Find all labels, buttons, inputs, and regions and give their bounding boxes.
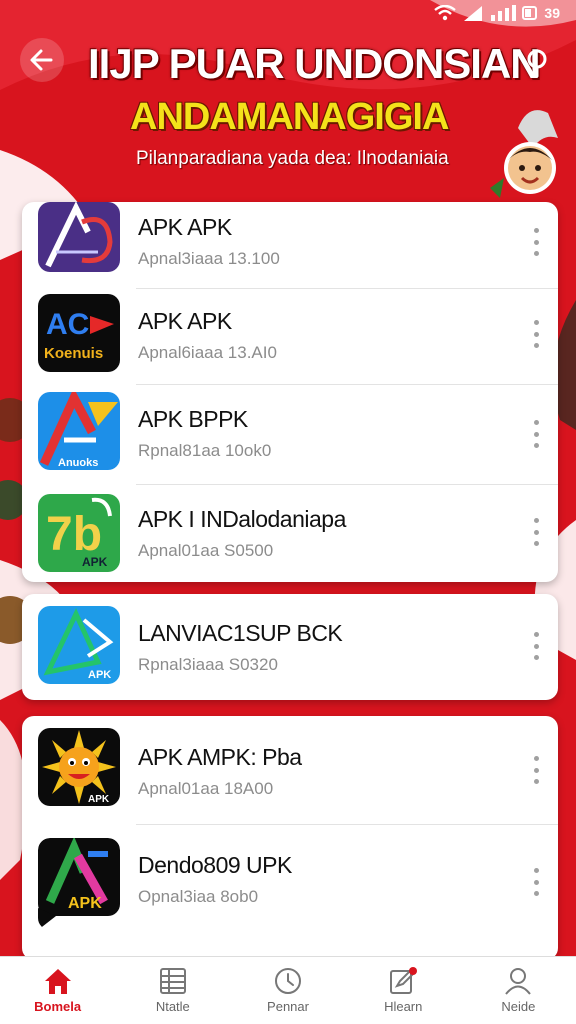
a-triangle-blue-icon: Anuoks bbox=[38, 392, 120, 470]
svg-text:Koenuis: Koenuis bbox=[44, 345, 103, 362]
page-subtitle: Pilanparadiana yada dea: Ilnodaniaia bbox=[136, 148, 449, 169]
app-list-item[interactable]: APK Dendo809 UPK Opnal3iaa 8ob0 bbox=[22, 824, 558, 942]
svg-text:AC: AC bbox=[46, 308, 89, 341]
app-name: Dendo809 UPK bbox=[138, 852, 292, 878]
app-version: Apnal3iaaa 13.100 bbox=[138, 249, 280, 268]
app-list-card: APK LANVIAC1SUP BCK Rpnal3iaaa S0320 bbox=[22, 594, 558, 700]
more-options-button[interactable] bbox=[528, 628, 544, 664]
search-button[interactable] bbox=[518, 42, 558, 82]
app-version: Apnal01aa S0500 bbox=[138, 541, 274, 560]
header: IIJP PUAR UNDONSIAN ANDAMANAGIGIA Pilanp… bbox=[0, 32, 576, 202]
profile-icon bbox=[505, 968, 532, 995]
nav-item-home[interactable]: Bomela bbox=[0, 957, 115, 1024]
more-options-button[interactable] bbox=[528, 514, 544, 550]
app-name: APK APK bbox=[138, 308, 232, 334]
app-list-item[interactable]: APK APK AMPK: Pba Apnal01aa 18A00 bbox=[22, 716, 558, 824]
app-list-item[interactable]: APK LANVIAC1SUP BCK Rpnal3iaaa S0320 bbox=[22, 594, 558, 700]
app-version: Apnal6iaaa 13.AI0 bbox=[138, 343, 277, 362]
nav-label: Bomela bbox=[34, 999, 82, 1014]
svg-text:APK: APK bbox=[88, 669, 111, 681]
a-rainbow-icon: APK bbox=[38, 838, 120, 930]
sun-face-icon: APK bbox=[38, 728, 120, 806]
more-options-button[interactable] bbox=[528, 224, 544, 260]
ac-logo-purple-icon bbox=[38, 202, 120, 272]
svg-text:APK: APK bbox=[82, 555, 108, 569]
signal-bars-icon bbox=[491, 5, 517, 21]
a-play-blue-icon: APK bbox=[38, 606, 120, 684]
more-options-button[interactable] bbox=[528, 316, 544, 352]
ac-koenuis-icon: AC Koenuis bbox=[38, 294, 120, 372]
home-icon bbox=[44, 969, 71, 994]
list-icon bbox=[159, 968, 186, 994]
app-name: LANVIAC1SUP BCK bbox=[138, 620, 343, 646]
nav-label: Pennar bbox=[267, 999, 309, 1014]
nav-label: Ntatle bbox=[155, 999, 190, 1014]
nav-item-list[interactable]: Ntatle bbox=[115, 957, 230, 1024]
edit-icon bbox=[390, 967, 418, 994]
bottom-navigation: Bomela Ntatle Pennar Hlearn Neide bbox=[0, 956, 576, 1024]
nav-label: Hlearn bbox=[384, 999, 423, 1014]
mascot-character-icon bbox=[490, 110, 558, 198]
app-name: APK I INDalodaniapa bbox=[138, 506, 346, 532]
more-options-button[interactable] bbox=[528, 416, 544, 452]
app-list-item[interactable]: Anuoks APK BPPK Rpnal81aa 10ok0 bbox=[22, 384, 558, 484]
app-version: Rpnal81aa 10ok0 bbox=[138, 441, 272, 460]
app-version: Opnal3iaa 8ob0 bbox=[138, 887, 259, 906]
7b-green-icon: 7b APK bbox=[38, 494, 120, 572]
app-list-item[interactable]: AC Koenuis APK APK Apnal6iaaa 13.AI0 bbox=[22, 288, 558, 384]
nav-item-edit[interactable]: Hlearn bbox=[346, 957, 461, 1024]
app-list-item[interactable]: APK APK Apnal3iaaa 13.100 bbox=[22, 202, 558, 288]
svg-text:APK: APK bbox=[88, 794, 110, 805]
svg-text:APK: APK bbox=[68, 895, 102, 912]
more-options-button[interactable] bbox=[528, 864, 544, 900]
app-name: APK AMPK: Pba bbox=[138, 744, 302, 770]
svg-text:7b: 7b bbox=[46, 508, 102, 561]
wifi-icon bbox=[434, 5, 457, 21]
app-name: APK APK bbox=[138, 214, 232, 240]
battery-level: 39 bbox=[544, 5, 560, 21]
mobile-signal-icon bbox=[464, 6, 483, 21]
page-title: IIJP PUAR UNDONSIAN bbox=[88, 40, 541, 87]
arrow-left-icon bbox=[30, 49, 53, 71]
clock-icon bbox=[275, 968, 301, 994]
battery-icon bbox=[522, 6, 538, 20]
app-name: APK BPPK bbox=[138, 406, 248, 432]
nav-item-profile[interactable]: Neide bbox=[461, 957, 576, 1024]
nav-label: Neide bbox=[501, 999, 536, 1014]
app-list-item[interactable]: 7b APK APK I INDalodaniapa Apnal01aa S05… bbox=[22, 484, 558, 582]
app-list-card: APK APK AMPK: Pba Apnal01aa 18A00 APK De… bbox=[22, 716, 558, 960]
status-bar: 39 bbox=[0, 0, 576, 32]
nav-item-history[interactable]: Pennar bbox=[230, 957, 345, 1024]
app-version: Apnal01aa 18A00 bbox=[138, 779, 274, 798]
back-button[interactable] bbox=[20, 38, 64, 82]
svg-text:Anuoks: Anuoks bbox=[58, 457, 98, 469]
more-options-button[interactable] bbox=[528, 752, 544, 788]
app-version: Rpnal3iaaa S0320 bbox=[138, 655, 278, 674]
page-title-secondary: ANDAMANAGIGIA bbox=[130, 96, 449, 138]
app-list-card: APK APK Apnal3iaaa 13.100 AC Koenuis APK… bbox=[22, 202, 558, 582]
search-icon bbox=[527, 49, 547, 77]
